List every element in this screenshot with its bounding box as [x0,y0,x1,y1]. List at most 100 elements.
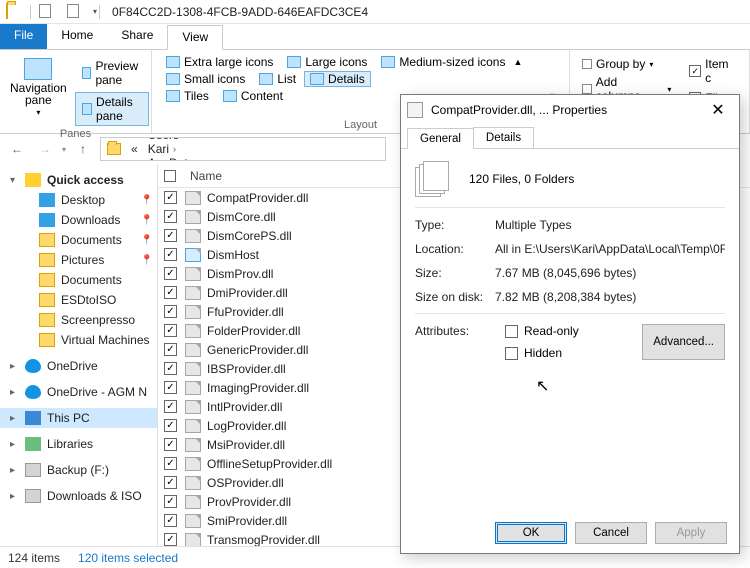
file-name: DmiProvider.dll [207,286,288,300]
quick-access-icon-1[interactable] [39,4,55,20]
qat-dropdown-icon[interactable]: ▾ [93,7,97,16]
sidebar-item[interactable]: Documents📍 [0,230,157,250]
row-checkbox[interactable]: ✓ [164,324,177,337]
row-checkbox[interactable]: ✓ [164,533,177,546]
advanced-button[interactable]: Advanced... [642,324,725,360]
row-checkbox[interactable]: ✓ [164,419,177,432]
row-checkbox[interactable]: ✓ [164,381,177,394]
layout-medium[interactable]: Medium-sized icons [375,54,511,70]
sidebar-item-icon [39,213,55,227]
tab-view[interactable]: View [167,25,223,50]
row-checkbox[interactable]: ✓ [164,191,177,204]
row-checkbox[interactable]: ✓ [164,248,177,261]
sidebar: ▾Quick accessDesktop📍Downloads📍Documents… [0,164,158,546]
row-checkbox[interactable]: ✓ [164,514,177,527]
tab-home[interactable]: Home [47,24,107,49]
row-checkbox[interactable]: ✓ [164,362,177,375]
row-checkbox[interactable]: ✓ [164,457,177,470]
pin-icon: 📍 [141,195,153,206]
row-checkbox[interactable]: ✓ [164,343,177,356]
breadcrumb-segment[interactable]: Kari › [142,142,250,156]
file-name: LogProvider.dll [207,419,286,433]
row-checkbox[interactable]: ✓ [164,476,177,489]
breadcrumb-segment[interactable]: AppData › [142,156,250,161]
sidebar-item[interactable]: Virtual Machines [0,330,157,350]
ok-button[interactable]: OK [495,522,567,544]
file-icon [185,248,201,262]
layout-extra-large[interactable]: Extra large icons [160,54,279,70]
sidebar-item-icon [25,385,41,399]
tab-file[interactable]: File [0,24,47,49]
file-name: GenericProvider.dll [207,343,308,357]
sidebar-item[interactable]: Screenpresso [0,310,157,330]
document-icon [407,102,423,118]
sidebar-item-label: ESDtoISO [61,293,116,307]
file-name: FfuProvider.dll [207,305,284,319]
back-button[interactable]: ← [6,138,28,160]
dialog-title: CompatProvider.dll, ... Properties [431,103,703,117]
column-name[interactable]: Name [186,169,222,183]
sidebar-item-icon [25,359,41,373]
layout-small[interactable]: Small icons [160,71,251,87]
sidebar-item[interactable]: Documents [0,270,157,290]
sidebar-item[interactable]: ▸Backup (F:) [0,460,157,480]
pin-icon: 📍 [141,235,153,246]
breadcrumb[interactable]: « User Profiles (E:) ›Users ›Kari ›AppDa… [100,137,386,161]
group-by-button[interactable]: Group by▾ [578,56,675,72]
layout-list[interactable]: List [253,71,302,87]
forward-button[interactable]: → [34,138,56,160]
layout-details[interactable]: Details [304,71,371,87]
apply-button[interactable]: Apply [655,522,727,544]
row-checkbox[interactable]: ✓ [164,267,177,280]
history-dropdown-icon[interactable]: ▾ [62,145,66,154]
tab-share[interactable]: Share [107,24,167,49]
tab-general[interactable]: General [407,128,474,149]
layout-content[interactable]: Content [217,88,289,104]
sidebar-item[interactable]: ▸This PC [0,408,157,428]
sidebar-item[interactable]: ▸OneDrive [0,356,157,376]
sidebar-item[interactable]: ▸OneDrive - AGM N [0,382,157,402]
preview-pane-button[interactable]: Preview pane [75,56,150,90]
hidden-checkbox[interactable]: Hidden [505,346,632,360]
row-checkbox[interactable]: ✓ [164,400,177,413]
cancel-button[interactable]: Cancel [575,522,647,544]
sidebar-item[interactable]: Downloads📍 [0,210,157,230]
sidebar-item[interactable]: ▾Quick access [0,170,157,190]
quick-access-icon-2[interactable] [67,4,83,20]
sidebar-item[interactable]: ▸Downloads & ISO [0,486,157,506]
file-name: DismHost [207,248,259,262]
sidebar-item-icon [25,437,41,451]
nav-pane-icon [24,58,52,80]
prop-size: 7.67 MB (8,045,696 bytes) [495,266,725,280]
layout-large[interactable]: Large icons [281,54,373,70]
sidebar-item-label: OneDrive [47,359,98,373]
row-checkbox[interactable]: ✓ [164,229,177,242]
readonly-checkbox[interactable]: Read-only [505,324,632,338]
sidebar-item[interactable]: ESDtoISO [0,290,157,310]
sidebar-item[interactable]: Pictures📍 [0,250,157,270]
select-all-checkbox[interactable] [164,170,176,182]
nav-pane-button[interactable]: Navigation pane ▾ [8,54,69,126]
up-button[interactable]: ↑ [72,138,94,160]
sidebar-item-icon [39,273,55,287]
sidebar-item-icon [25,173,41,187]
item-checkboxes-toggle[interactable]: ✓Item c [685,56,741,86]
row-checkbox[interactable]: ✓ [164,438,177,451]
layout-tiles[interactable]: Tiles [160,88,215,104]
row-checkbox[interactable]: ✓ [164,495,177,508]
tab-details[interactable]: Details [473,127,534,148]
sidebar-item-icon [39,313,55,327]
sidebar-item[interactable]: ▸Libraries [0,434,157,454]
prop-size-on-disk: 7.82 MB (8,208,384 bytes) [495,290,725,304]
breadcrumb-overflow-icon[interactable]: « [125,142,142,156]
row-checkbox[interactable]: ✓ [164,305,177,318]
file-icon [185,533,201,547]
file-icon [185,210,201,224]
row-checkbox[interactable]: ✓ [164,210,177,223]
file-summary: 120 Files, 0 Folders [469,172,574,186]
close-button[interactable]: ✕ [703,99,733,121]
sidebar-item[interactable]: Desktop📍 [0,190,157,210]
status-item-count: 124 items [8,551,60,565]
details-pane-button[interactable]: Details pane [75,92,150,126]
row-checkbox[interactable]: ✓ [164,286,177,299]
